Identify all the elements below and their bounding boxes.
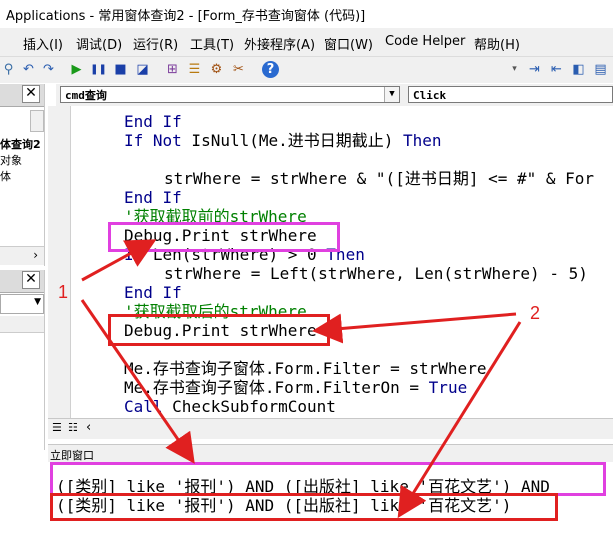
annotation-arrows xyxy=(80,239,522,519)
arrow-2-to-code-after xyxy=(312,312,517,344)
arrow-1-to-output-before xyxy=(80,299,195,464)
annotation-label-1: 1 xyxy=(58,282,69,302)
arrow-2-to-output-after xyxy=(397,321,522,519)
annotation-label-2: 2 xyxy=(530,303,541,323)
arrow-1-to-code-before xyxy=(81,239,157,282)
